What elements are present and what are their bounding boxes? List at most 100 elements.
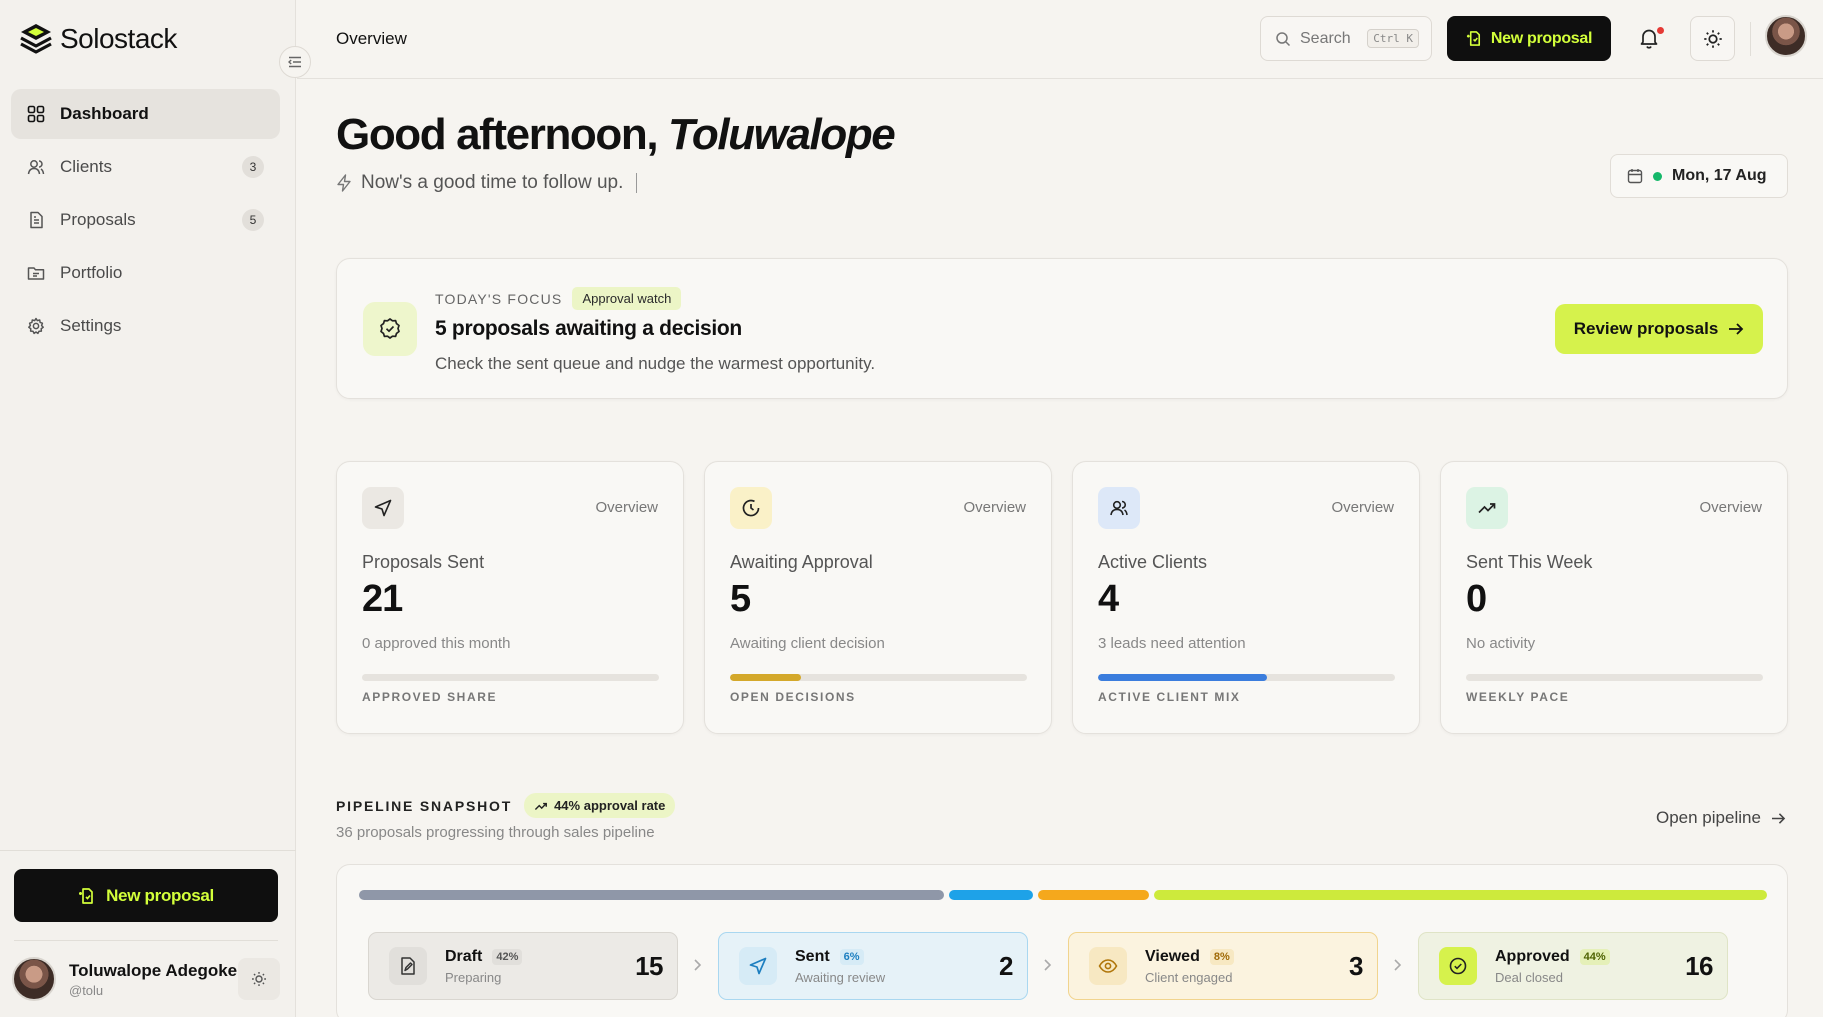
user-profile[interactable]: Toluwalope Adegoke @tolu <box>12 956 280 1002</box>
subtitle-text: Now's a good time to follow up. <box>361 172 624 193</box>
stat-label: Awaiting Approval <box>730 552 873 572</box>
progress-bar <box>1466 674 1763 681</box>
stat-subtext: Awaiting client decision <box>730 635 885 652</box>
search-label: Search <box>1300 29 1351 47</box>
progress-bar <box>362 674 659 681</box>
stat-footer: OPEN DECISIONS <box>730 690 856 704</box>
file-edit-icon <box>389 947 427 985</box>
collapse-sidebar-button[interactable] <box>279 46 311 78</box>
stage-description: Awaiting review <box>795 969 886 985</box>
sidebar-item-proposals[interactable]: Proposals 5 <box>11 195 280 245</box>
stage-name: Sent <box>795 947 830 965</box>
topbar: Overview Search Ctrl K New proposal <box>297 0 1823 79</box>
sidebar-item-dashboard[interactable]: Dashboard <box>11 89 280 139</box>
stat-subtext: No activity <box>1466 635 1536 652</box>
sidebar-item-portfolio[interactable]: Portfolio <box>11 248 280 298</box>
stage-percent: 44% <box>1579 948 1610 965</box>
stage-text: Viewed 8% Client engaged <box>1145 948 1349 985</box>
pipeline-stage-draft[interactable]: Draft 42% Preparing 15 <box>368 932 678 1000</box>
new-proposal-button[interactable]: New proposal <box>14 869 278 922</box>
avatar[interactable] <box>1765 15 1807 57</box>
stat-subtext: 0 approved this month <box>362 635 511 652</box>
approval-rate-text: 44% approval rate <box>554 798 666 813</box>
stat-footer: APPROVED SHARE <box>362 690 498 704</box>
stat-card-awaiting-approval[interactable]: Overview Awaiting Approval 5 Awaiting cl… <box>704 461 1052 734</box>
check-circle-icon <box>1439 947 1477 985</box>
send-icon <box>362 487 404 529</box>
focus-eyebrow: TODAY'S FOCUS Approval watch <box>435 287 682 310</box>
stage-description: Preparing <box>445 969 502 985</box>
greeting-name: Toluwalope <box>668 110 896 159</box>
stage-description: Client engaged <box>1145 969 1233 985</box>
stage-name: Viewed <box>1145 947 1200 965</box>
stat-tag: Overview <box>1699 499 1762 516</box>
pipeline-stage-sent[interactable]: Sent 6% Awaiting review 2 <box>718 932 1028 1000</box>
stat-tag: Overview <box>963 499 1026 516</box>
stage-count: 2 <box>999 950 1013 981</box>
count-badge: 5 <box>242 209 264 231</box>
pipeline-title: PIPELINE SNAPSHOT <box>336 797 513 814</box>
logo[interactable]: Solostack <box>18 22 177 56</box>
stage-count: 16 <box>1685 950 1713 981</box>
solostack-logo-icon <box>18 22 54 56</box>
sidebar-item-label: Portfolio <box>60 263 123 282</box>
stat-value: 0 <box>1466 578 1487 620</box>
calendar-icon <box>1627 168 1643 184</box>
stage-description: Deal closed <box>1495 969 1563 985</box>
sidebar-item-settings[interactable]: Settings <box>11 301 280 351</box>
focus-description: Check the sent queue and nudge the warme… <box>435 354 876 373</box>
stage-text: Sent 6% Awaiting review <box>795 948 999 985</box>
pipeline-card: Draft 42% Preparing 15 Sent 6% Awaiting … <box>336 864 1788 1017</box>
review-proposals-label: Review proposals <box>1573 319 1719 338</box>
chevron-right-icon <box>1390 958 1404 972</box>
chevron-right-icon <box>690 958 704 972</box>
new-proposal-label: New proposal <box>106 885 214 905</box>
progress-bar <box>1098 674 1395 681</box>
todays-focus-card: TODAY'S FOCUS Approval watch 5 proposals… <box>336 258 1788 399</box>
stat-card-proposals-sent[interactable]: Overview Proposals Sent 21 0 approved th… <box>336 461 684 734</box>
stat-label: Proposals Sent <box>362 552 485 572</box>
count-badge: 3 <box>242 156 264 178</box>
progress-bar <box>730 674 1027 681</box>
open-pipeline-link[interactable]: Open pipeline <box>1656 808 1786 828</box>
sidebar-divider <box>14 940 278 941</box>
status-dot <box>1653 171 1662 181</box>
sidebar-item-clients[interactable]: Clients 3 <box>11 142 280 192</box>
date-chip[interactable]: Mon, 17 Aug <box>1610 154 1788 198</box>
user-name: Toluwalope Adegoke <box>69 960 238 980</box>
theme-toggle-button[interactable] <box>238 958 280 1000</box>
chevron-right-icon <box>1040 958 1054 972</box>
greeting-heading: Good afternoon, Toluwalope <box>336 110 896 160</box>
dashboard-icon <box>26 104 46 124</box>
user-info: Toluwalope Adegoke @tolu <box>69 961 238 998</box>
pipeline-stage-approved[interactable]: Approved 44% Deal closed 16 <box>1418 932 1728 1000</box>
theme-toggle-button[interactable] <box>1690 16 1735 61</box>
sidebar-item-label: Dashboard <box>60 104 149 123</box>
review-proposals-button[interactable]: Review proposals <box>1555 304 1763 354</box>
stat-value: 21 <box>362 578 403 620</box>
stat-footer: ACTIVE CLIENT MIX <box>1098 690 1241 704</box>
stat-card-active-clients[interactable]: Overview Active Clients 4 3 leads need a… <box>1072 461 1420 734</box>
stage-name: Approved <box>1495 947 1570 965</box>
stage-percent: 6% <box>839 948 864 965</box>
search-input[interactable]: Search Ctrl K <box>1260 16 1432 61</box>
date-label: Mon, 17 Aug <box>1672 167 1767 184</box>
stage-name-row: Sent 6% <box>795 948 999 966</box>
user-handle: @tolu <box>69 982 104 998</box>
stage-name-row: Approved 44% <box>1495 948 1685 966</box>
users-icon <box>1098 487 1140 529</box>
clock-icon <box>730 487 772 529</box>
stage-text: Approved 44% Deal closed <box>1495 948 1685 985</box>
pipeline-stage-viewed[interactable]: Viewed 8% Client engaged 3 <box>1068 932 1378 1000</box>
approval-rate-badge: 44% approval rate <box>524 793 676 818</box>
sparkle-file-icon <box>1466 30 1483 47</box>
avatar[interactable] <box>12 957 56 1001</box>
status-badge: Approval watch <box>572 287 682 310</box>
stat-footer: WEEKLY PACE <box>1466 690 1570 704</box>
stat-card-sent-this-week[interactable]: Overview Sent This Week 0 No activity WE… <box>1440 461 1788 734</box>
collapse-menu-icon <box>288 56 302 68</box>
stage-percent: 8% <box>1209 948 1234 965</box>
stat-value: 5 <box>730 578 751 620</box>
stage-name-row: Draft 42% <box>445 948 635 966</box>
new-proposal-button[interactable]: New proposal <box>1447 16 1611 61</box>
